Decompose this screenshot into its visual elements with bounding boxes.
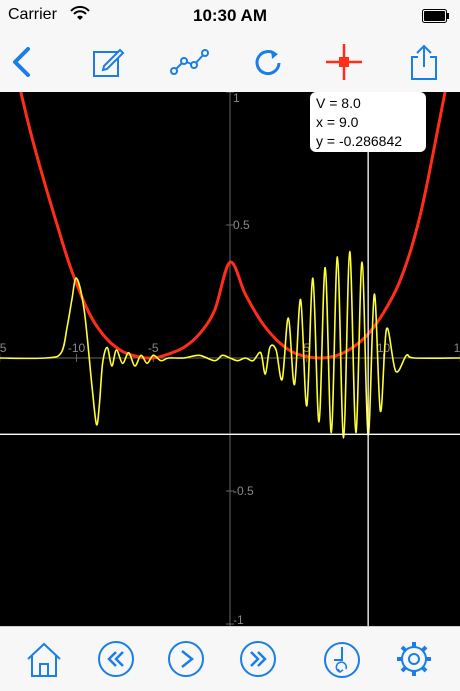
bottom-toolbar	[0, 626, 460, 691]
y-tick-label: 1	[233, 92, 240, 105]
x-value: x = 9.0	[316, 114, 359, 130]
plot-area[interactable]: 5 -10 -5 5 10 1 1 0.5 -0.5 -1	[0, 0, 460, 627]
timer-icon	[324, 642, 360, 678]
edit-button[interactable]	[86, 40, 130, 84]
edit-icon	[93, 48, 125, 77]
fast-forward-button[interactable]	[236, 637, 280, 681]
crosshair-icon	[326, 44, 362, 80]
graph-nodes-icon	[170, 49, 209, 75]
top-toolbar	[0, 32, 460, 93]
home-icon	[27, 642, 61, 677]
refresh-button[interactable]	[246, 40, 290, 84]
status-bar: Carrier 10:30 AM	[0, 0, 460, 32]
x-tick-label: -10	[68, 341, 86, 355]
timer-button[interactable]	[320, 637, 364, 681]
share-button[interactable]	[402, 40, 446, 84]
settings-gear-icon	[397, 642, 431, 676]
clock-time: 10:30 AM	[192, 6, 267, 25]
cursor-info-box: V = 8.0 x = 9.0 y = -0.286842	[310, 92, 426, 152]
x-tick-label: 1	[454, 341, 460, 355]
home-button[interactable]	[22, 637, 66, 681]
graph-points-button[interactable]	[168, 40, 212, 84]
rewind-icon	[98, 641, 134, 677]
refresh-icon	[255, 50, 281, 76]
play-icon	[168, 641, 204, 677]
x-tick-label: -5	[148, 341, 159, 355]
rewind-button[interactable]	[94, 637, 138, 681]
y-tick-label: 0.5	[233, 218, 250, 232]
function-chart[interactable]: 5 -10 -5 5 10 110.5-0.5-1	[0, 0, 460, 627]
back-button[interactable]	[0, 40, 44, 84]
x-tick-label: 5	[0, 341, 7, 355]
y-tick-label: -1	[233, 613, 244, 626]
settings-button[interactable]	[392, 637, 436, 681]
y-value: y = -0.286842	[316, 133, 403, 149]
back-chevron-icon	[13, 47, 30, 77]
v-value: V = 8.0	[316, 95, 361, 111]
crosshair-button[interactable]	[322, 40, 366, 84]
share-icon	[411, 44, 437, 80]
battery-icon	[422, 9, 449, 23]
play-button[interactable]	[164, 637, 208, 681]
y-tick-label: -0.5	[233, 484, 254, 498]
fast-forward-icon	[240, 641, 276, 677]
